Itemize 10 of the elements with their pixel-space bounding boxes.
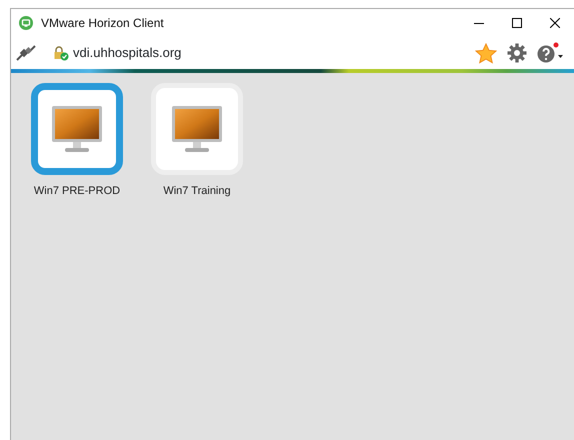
desktop-name: Win7 PRE-PROD <box>34 184 120 199</box>
disconnect-plug-icon[interactable] <box>15 44 37 62</box>
window-title: VMware Horizon Client <box>41 15 164 32</box>
maximize-icon <box>512 18 522 28</box>
server-address: vdi.uhhospitals.org <box>73 44 182 62</box>
desktop-tile[interactable] <box>31 83 123 175</box>
desktop-name: Win7 Training <box>163 184 231 199</box>
app-logo-icon <box>19 16 33 30</box>
secure-lock-icon <box>53 46 69 60</box>
close-icon <box>550 18 560 28</box>
